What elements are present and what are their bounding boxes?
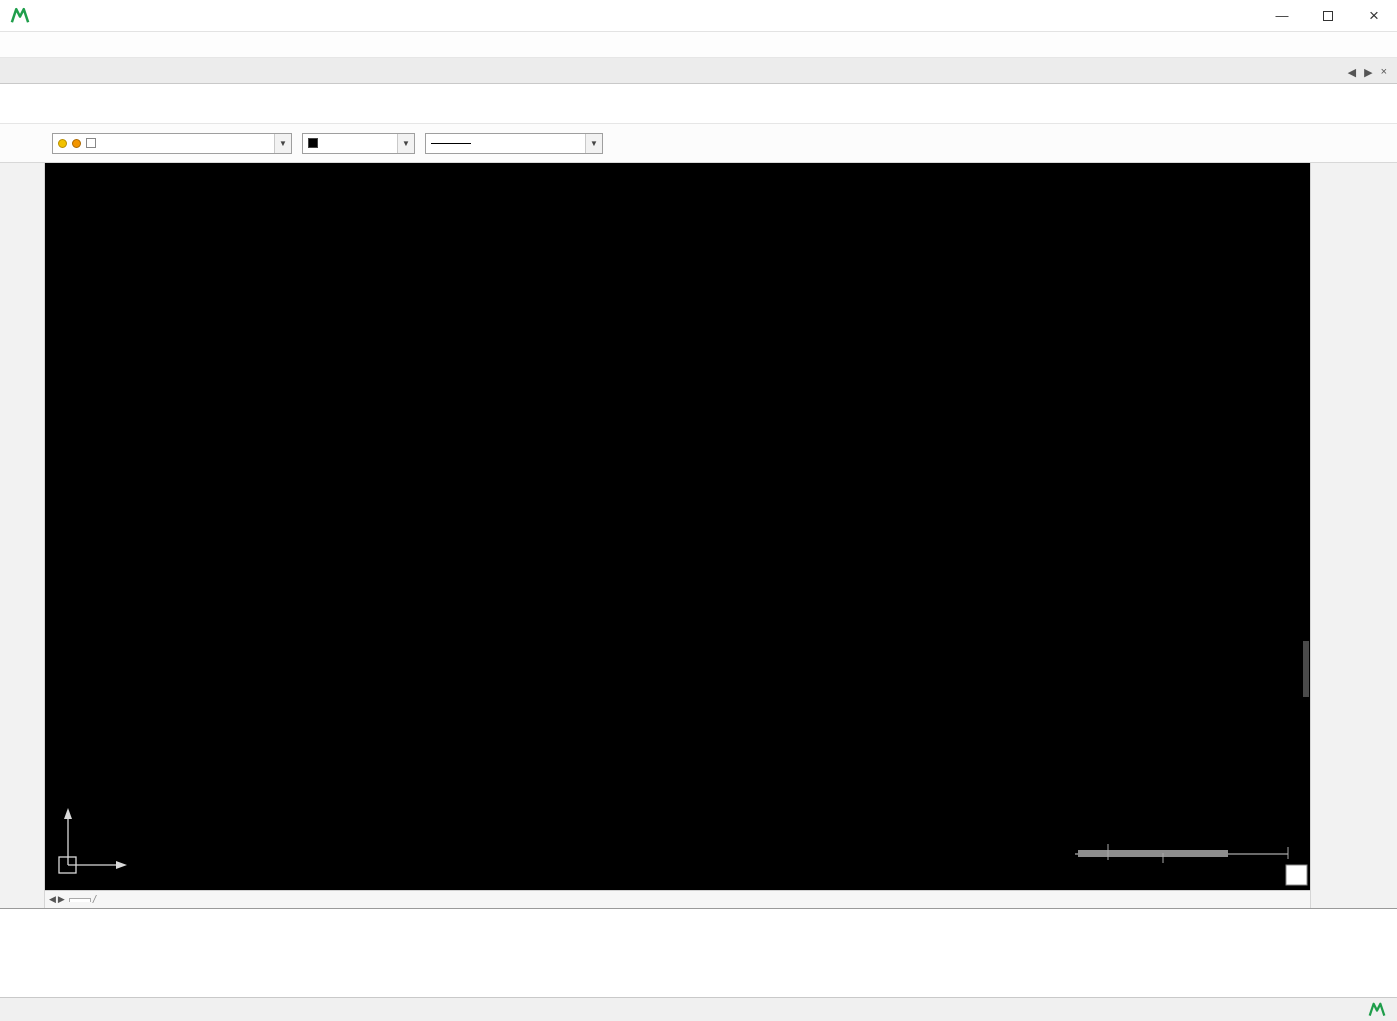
- sheet-tab-strip: ◀ ▶ /: [45, 890, 1310, 908]
- layer-on-icon: [58, 139, 67, 148]
- sheet-tab-divider: /: [93, 894, 96, 906]
- properties-toolbar: ▼ ▼ ▼: [0, 124, 1397, 163]
- minimize-icon: —: [1276, 8, 1289, 23]
- title-bar: — ×: [0, 0, 1397, 32]
- dimension-top-width[interactable]: [427, 235, 727, 288]
- command-line-area[interactable]: [0, 908, 1397, 997]
- layer-freeze-icon: [72, 139, 81, 148]
- tab-controls: ◀ ▶ ×: [1338, 66, 1397, 83]
- sheet-next-icon[interactable]: ▶: [58, 894, 65, 905]
- cad-rectangle-magenta[interactable]: [427, 618, 727, 830]
- chevron-down-icon: ▼: [274, 134, 291, 153]
- dimension-bottom-width[interactable]: [427, 577, 727, 614]
- status-bar: [0, 997, 1397, 1021]
- cad-rectangle-cyan[interactable]: [427, 292, 727, 507]
- draw-tool-palette: [0, 163, 45, 908]
- mxcad-brand: [1368, 1001, 1389, 1019]
- canvas-corner-box[interactable]: [1286, 865, 1307, 885]
- tab-next-icon[interactable]: ▶: [1364, 66, 1372, 79]
- chevron-down-icon: ▼: [585, 134, 602, 153]
- main-area: ◀ ▶ /: [0, 163, 1397, 908]
- layer-select[interactable]: ▼: [52, 133, 292, 154]
- tab-prev-icon[interactable]: ◀: [1348, 66, 1356, 79]
- window-controls: — ×: [1259, 0, 1397, 32]
- modify-tool-palette: [1310, 163, 1397, 908]
- app-logo-icon: [10, 6, 30, 26]
- color-select[interactable]: ▼: [302, 133, 415, 154]
- main-toolbar: [0, 84, 1397, 124]
- canvas-svg: [45, 163, 1310, 890]
- minimize-button[interactable]: —: [1259, 0, 1305, 32]
- sheet-prev-icon[interactable]: ◀: [49, 894, 56, 905]
- annotation-arrow-bottom[interactable]: [818, 638, 949, 691]
- close-icon: ×: [1369, 6, 1379, 26]
- current-color-chip: [308, 138, 318, 148]
- tab-model[interactable]: [69, 898, 91, 902]
- annotation-arrow-top[interactable]: [793, 458, 828, 493]
- drawing-canvas[interactable]: [45, 163, 1310, 890]
- maximize-icon: [1323, 11, 1333, 21]
- layer-color-chip: [86, 138, 96, 148]
- lineweight-slider[interactable]: [1075, 844, 1288, 863]
- menu-bar: [0, 32, 1397, 58]
- dimension-bottom-height[interactable]: [731, 618, 776, 830]
- linetype-sample: [431, 143, 471, 144]
- document-tab-bar: ◀ ▶ ×: [0, 58, 1397, 84]
- ucs-icon: [59, 808, 127, 873]
- chevron-down-icon: ▼: [397, 134, 414, 153]
- mxcad-logo-icon: [1368, 1001, 1386, 1019]
- draw-style-button[interactable]: [613, 127, 645, 159]
- dimension-top-height[interactable]: [731, 292, 786, 507]
- canvas-vscrollbar[interactable]: [1303, 641, 1309, 697]
- maximize-button[interactable]: [1305, 0, 1351, 32]
- tab-close-icon[interactable]: ×: [1381, 66, 1387, 79]
- close-button[interactable]: ×: [1351, 0, 1397, 32]
- layers-button[interactable]: [10, 127, 42, 159]
- linetype-select[interactable]: ▼: [425, 133, 603, 154]
